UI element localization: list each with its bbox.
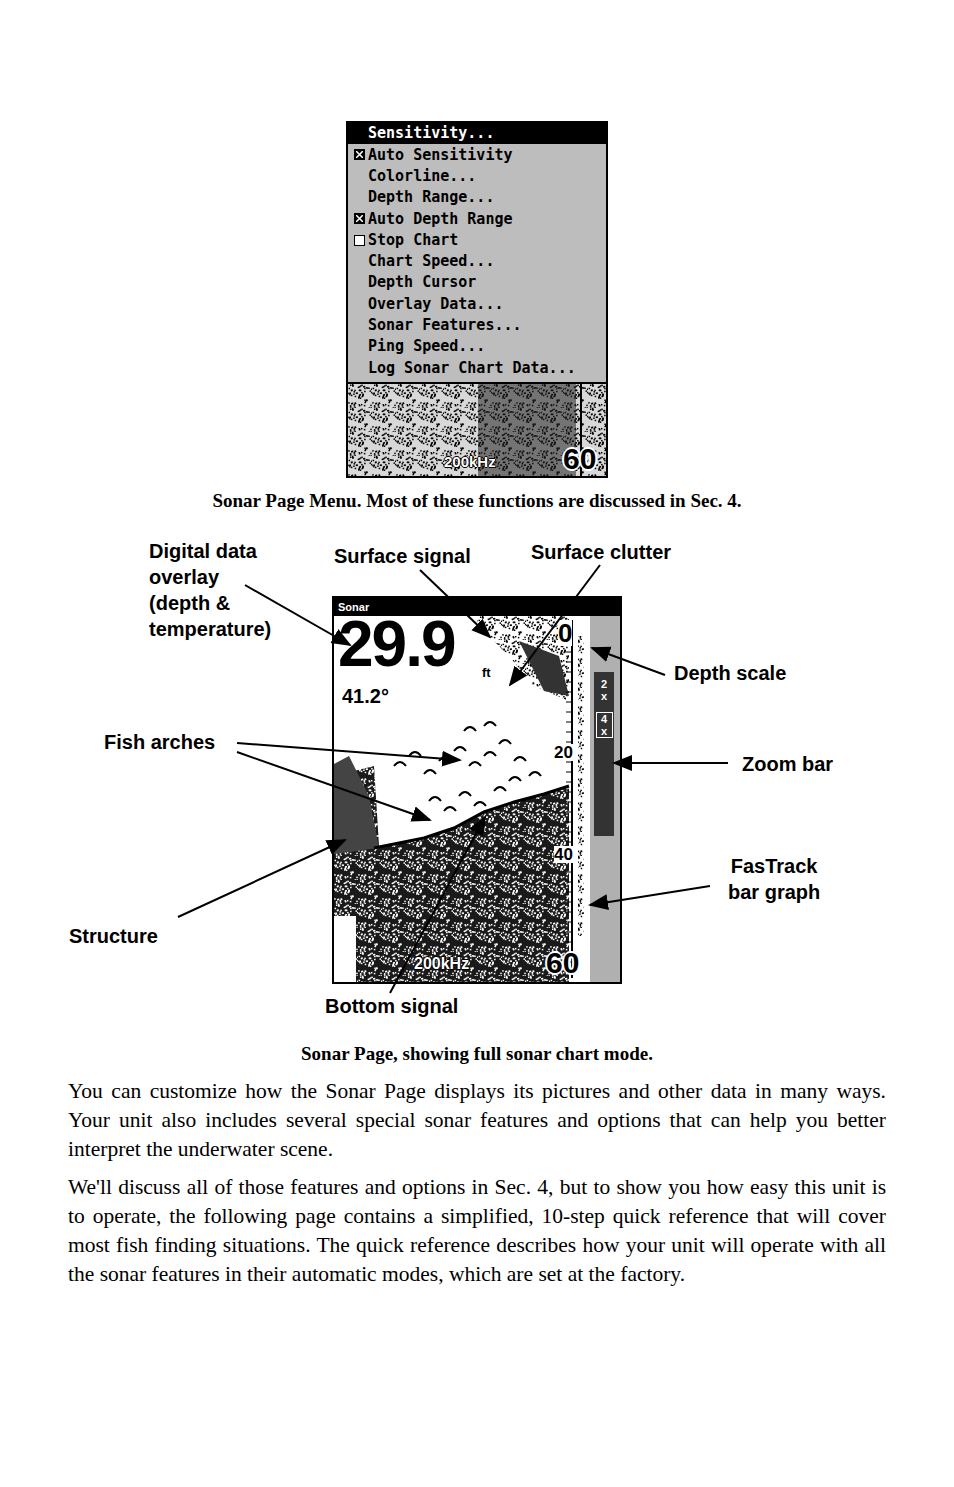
menu-item[interactable]: Sonar Features... [348,315,606,336]
scale-label: 0 [558,620,572,646]
temperature-readout: 41.2° [342,686,389,706]
menu-item[interactable]: Overlay Data... [348,293,606,314]
menu-screenshot: Sensitivity...Auto SensitivityColorline.… [346,121,608,478]
checkbox-icon[interactable] [354,213,365,224]
menu-item[interactable]: Depth Range... [348,187,606,208]
callout-label: Fish arches [104,729,215,755]
body-text: You can customize how the Sonar Page dis… [68,1077,886,1289]
menu-item[interactable]: Log Sonar Chart Data... [348,357,606,378]
menu-item[interactable]: Sensitivity... [348,123,606,144]
zoom-level[interactable]: 2x [597,678,612,702]
callout-label: Surface signal [334,543,471,569]
checkbox-icon[interactable] [354,235,365,246]
menu-item[interactable]: Chart Speed... [348,251,606,272]
callout-label: Digital dataoverlay(depth &temperature) [149,538,271,642]
menu-item[interactable]: Stop Chart [348,229,606,250]
menu-item[interactable]: Colorline... [348,166,606,187]
menu-item[interactable]: Auto Depth Range [348,208,606,229]
figure-caption: Sonar Page, showing full sonar chart mod… [301,1041,653,1067]
zoom-level[interactable]: 4x [596,712,613,738]
manual-page: Sensitivity...Auto SensitivityColorline.… [0,0,954,1487]
scale-max: 60 [546,948,579,978]
sonar-menu: Sensitivity...Auto SensitivityColorline.… [348,123,606,382]
checkbox-icon[interactable] [354,149,365,160]
callout-label: Surface clutter [531,539,671,565]
scale-label: 40 [554,846,573,863]
callout-label: Zoom bar [742,751,833,777]
callout-label: Structure [69,923,158,949]
scale-label: 20 [554,744,573,761]
depth-unit: ft [482,666,491,679]
figure-caption: Sonar Page Menu. Most of these functions… [212,488,741,514]
callout-label: FasTrackbar graph [728,853,820,905]
menu-item[interactable]: Auto Sensitivity [348,144,606,165]
depth-readout: 29.9 [338,612,455,676]
zoom-bar[interactable]: 2x4x [594,672,614,836]
callout-label: Bottom signal [325,993,458,1019]
sonar-screen: Sonar2x4x29.9ft41.2°0204060200kHz [332,596,622,984]
menu-item[interactable]: Ping Speed... [348,336,606,357]
sonar-diagram: Sonar2x4x29.9ft41.2°0204060200kHzDigital… [0,535,954,1025]
paragraph: You can customize how the Sonar Page dis… [68,1077,886,1164]
sonar-strip: 200kHz60 [348,382,606,476]
callout-label: Depth scale [674,660,786,686]
callout-arrows-icon [0,535,954,1025]
paragraph: We'll discuss all of those features and … [68,1173,886,1289]
menu-item[interactable]: Depth Cursor [348,272,606,293]
frequency: 200kHz [414,956,469,972]
